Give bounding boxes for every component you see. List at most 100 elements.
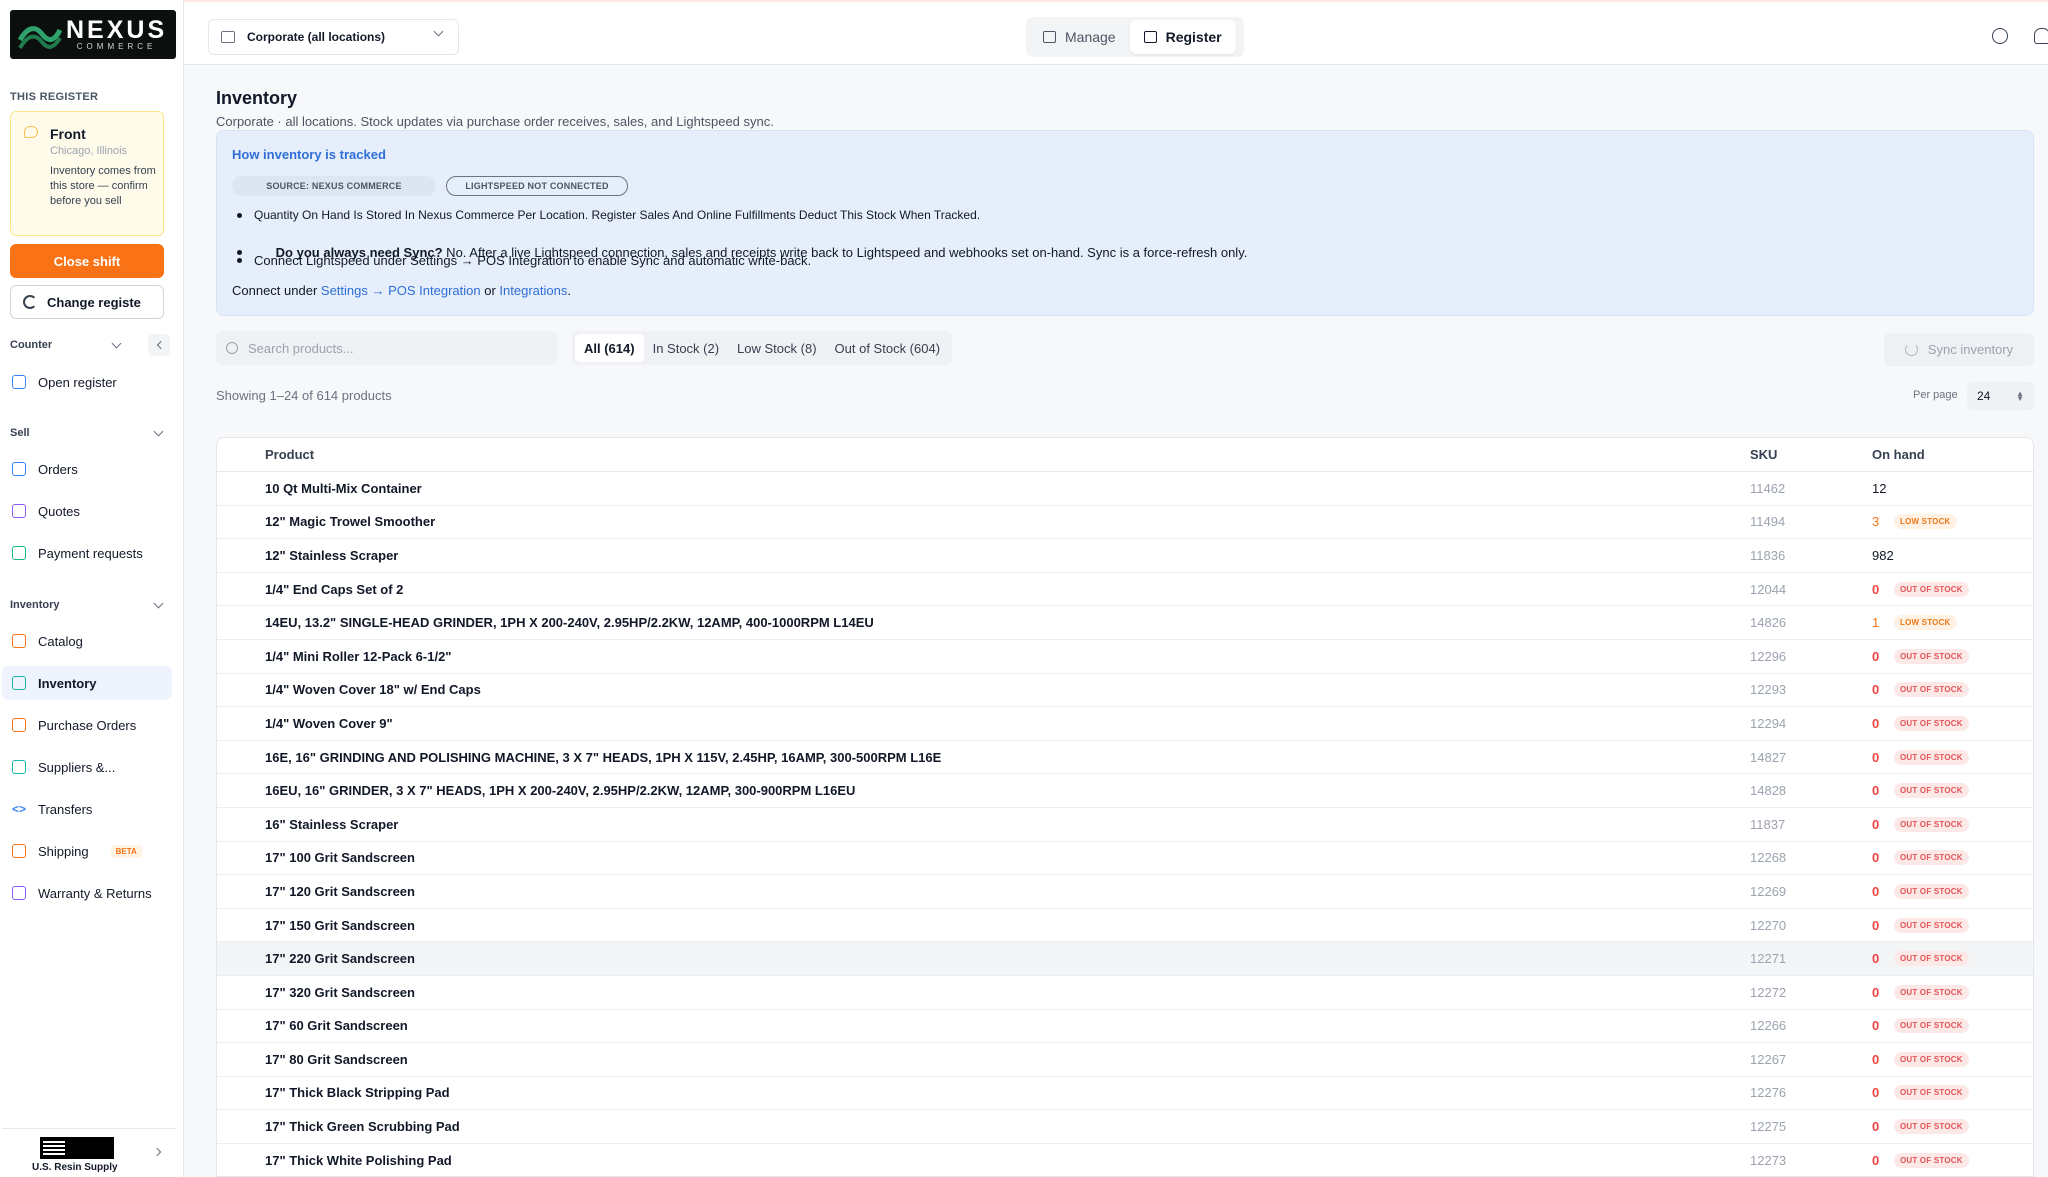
integrations-link[interactable]: Integrations bbox=[499, 283, 567, 298]
stock-status-badge: OUT OF STOCK bbox=[1894, 850, 1969, 866]
col-header-product[interactable]: Product bbox=[265, 447, 314, 462]
register-icon bbox=[12, 375, 26, 389]
stock-status-badge: OUT OF STOCK bbox=[1894, 749, 1969, 765]
product-name: 16E, 16" GRINDING AND POLISHING MACHINE,… bbox=[265, 749, 942, 765]
sidebar-item-label: Suppliers &... bbox=[38, 759, 116, 775]
on-hand-qty: 0 bbox=[1872, 749, 1880, 765]
stock-status-badge: OUT OF STOCK bbox=[1894, 1018, 1969, 1034]
bell-icon[interactable] bbox=[2034, 28, 2048, 44]
table-row[interactable]: 12" Stainless Scraper 11836 982 bbox=[217, 539, 2033, 573]
company-name: U.S. Resin Supply bbox=[32, 1162, 118, 1173]
group-sell[interactable]: Sell bbox=[10, 426, 166, 439]
on-hand-qty: 0 bbox=[1872, 883, 1880, 899]
stock-status-badge: LOW STOCK bbox=[1894, 615, 1957, 631]
search-input[interactable] bbox=[248, 340, 548, 356]
sidebar-item-label: Transfers bbox=[38, 801, 93, 817]
sidebar-item-catalog[interactable]: Catalog bbox=[2, 624, 172, 658]
table-row[interactable]: 17" 220 Grit Sandscreen 12271 0 OUT OF STOC… bbox=[217, 942, 2033, 976]
table-row[interactable]: 14EU, 13.2" SINGLE-HEAD GRINDER, 1PH X 2… bbox=[217, 606, 2033, 640]
on-hand-qty: 0 bbox=[1872, 1018, 1880, 1034]
stock-filter-tabs: All (614) In Stock (2) Low Stock (8) Out… bbox=[572, 331, 953, 365]
chevron-down-icon bbox=[153, 598, 164, 608]
table-row[interactable]: 17" 80 Grit Sandscreen 12267 0 OUT OF STOCK bbox=[217, 1043, 2033, 1077]
change-register-button[interactable]: Change registe bbox=[10, 285, 164, 319]
on-hand: 0 OUT OF STOCK bbox=[1872, 682, 1969, 698]
group-sell-label: Sell bbox=[10, 427, 30, 439]
table-row[interactable]: 1/4" Woven Cover 18" w/ End Caps 12293 0 OU… bbox=[217, 674, 2033, 708]
table-row[interactable]: 16EU, 16" GRINDER, 3 X 7" HEADS, 1PH X 2… bbox=[217, 774, 2033, 808]
topbar: Corporate (all locations) Manage Registe… bbox=[184, 9, 2048, 65]
table-row[interactable]: 1/4" End Caps Set of 2 12044 0 OUT OF STOCK bbox=[217, 573, 2033, 607]
stock-status-badge: OUT OF STOCK bbox=[1894, 648, 1969, 664]
filter-all[interactable]: All (614) bbox=[575, 334, 644, 362]
sidebar-item-open-register[interactable]: Open register bbox=[2, 365, 172, 399]
chevron-left-icon bbox=[156, 340, 165, 350]
table-row[interactable]: 17" 320 Grit Sandscreen 12272 0 OUT OF STOC… bbox=[217, 976, 2033, 1010]
group-inventory-label: Inventory bbox=[10, 599, 60, 611]
on-hand: 0 OUT OF STOCK bbox=[1872, 783, 1969, 799]
table-row[interactable]: 17" Thick White Polishing Pad 12273 0 OUT O… bbox=[217, 1144, 2033, 1176]
filter-out-of-stock[interactable]: Out of Stock (604) bbox=[826, 334, 950, 362]
on-hand-qty: 0 bbox=[1872, 951, 1880, 967]
table-row[interactable]: 17" 150 Grit Sandscreen 12270 0 OUT OF STOC… bbox=[217, 909, 2033, 943]
filter-low-stock[interactable]: Low Stock (8) bbox=[728, 334, 825, 362]
sidebar-item-suppliers[interactable]: Suppliers &... bbox=[2, 750, 172, 784]
table-row[interactable]: 17" Thick Black Stripping Pad 12276 0 OUT O… bbox=[217, 1077, 2033, 1111]
sidebar-item-orders[interactable]: Orders bbox=[2, 452, 172, 486]
on-hand-qty: 0 bbox=[1872, 816, 1880, 832]
col-header-on-hand[interactable]: On hand bbox=[1872, 447, 1925, 462]
settings-pos-integration-link[interactable]: Settings → POS Integration bbox=[321, 283, 481, 298]
product-name: 16EU, 16" GRINDER, 3 X 7" HEADS, 1PH X 2… bbox=[265, 783, 856, 799]
sidebar-item-purchase-orders[interactable]: Purchase Orders bbox=[2, 708, 172, 742]
table-row[interactable]: 16" Stainless Scraper 11837 0 OUT OF STOCK bbox=[217, 808, 2033, 842]
sidebar-item-quotes[interactable]: Quotes bbox=[2, 494, 172, 528]
table-row[interactable]: 10 Qt Multi-Mix Container 11462 12 bbox=[217, 472, 2033, 506]
table-row[interactable]: 16E, 16" GRINDING AND POLISHING MACHINE,… bbox=[217, 741, 2033, 775]
sidebar-item-inventory[interactable]: Inventory bbox=[2, 666, 172, 700]
on-hand: 0 OUT OF STOCK bbox=[1872, 648, 1969, 664]
lightspeed-status-chip: LIGHTSPEED NOT CONNECTED bbox=[446, 176, 628, 196]
connect-prefix: Connect under bbox=[232, 283, 321, 298]
sidebar-item-label: Open register bbox=[38, 374, 117, 390]
product-name: 17" Thick Green Scrubbing Pad bbox=[265, 1119, 460, 1135]
sidebar-item-payment-requests[interactable]: Payment requests bbox=[2, 536, 172, 570]
chat-bubble-icon bbox=[24, 126, 38, 138]
on-hand: 0 OUT OF STOCK bbox=[1872, 951, 1969, 967]
sync-inventory-button[interactable]: Sync inventory bbox=[1884, 333, 2034, 366]
refresh-icon bbox=[23, 295, 37, 309]
sidebar-item-shipping[interactable]: Shipping BETA bbox=[2, 834, 172, 868]
table-body: 10 Qt Multi-Mix Container 11462 12 12" Magi… bbox=[217, 472, 2033, 1176]
inventory-info-panel: How inventory is tracked SOURCE: NEXUS C… bbox=[216, 130, 2034, 316]
product-name: 1/4" End Caps Set of 2 bbox=[265, 581, 404, 597]
collapse-sidebar-button[interactable] bbox=[148, 334, 170, 356]
company-switcher[interactable]: U.S. Resin Supply bbox=[2, 1128, 176, 1173]
clipboard-icon bbox=[12, 504, 26, 518]
table-row[interactable]: 12" Magic Trowel Smoother 11494 3 LOW STOCK bbox=[217, 506, 2033, 540]
on-hand: 0 OUT OF STOCK bbox=[1872, 984, 1969, 1000]
on-hand: 1 LOW STOCK bbox=[1872, 615, 1957, 631]
table-row[interactable]: 1/4" Mini Roller 12-Pack 6-1/2" 12296 0 OUT… bbox=[217, 640, 2033, 674]
close-shift-button[interactable]: Close shift bbox=[10, 244, 164, 278]
table-row[interactable]: 17" Thick Green Scrubbing Pad 12275 0 OUT O… bbox=[217, 1110, 2033, 1144]
filter-in-stock[interactable]: In Stock (2) bbox=[644, 334, 728, 362]
group-counter[interactable]: Counter bbox=[10, 338, 166, 351]
table-row[interactable]: 17" 60 Grit Sandscreen 12266 0 OUT OF STOCK bbox=[217, 1010, 2033, 1044]
chat-icon[interactable] bbox=[1992, 28, 2008, 44]
on-hand-qty: 0 bbox=[1872, 984, 1880, 1000]
table-row[interactable]: 17" 100 Grit Sandscreen 12268 0 OUT OF STOC… bbox=[217, 842, 2033, 876]
per-page-select[interactable]: 24 ▲ ▼ bbox=[1967, 382, 2034, 410]
register-mode-button[interactable]: Register bbox=[1129, 20, 1236, 54]
manage-mode-button[interactable]: Manage bbox=[1029, 20, 1130, 54]
sidebar-item-transfers[interactable]: <> Transfers bbox=[2, 792, 172, 826]
location-select[interactable]: Corporate (all locations) bbox=[208, 19, 459, 55]
table-row[interactable]: 1/4" Woven Cover 9" 12294 0 OUT OF STOCK bbox=[217, 707, 2033, 741]
nexus-commerce-logo[interactable]: NEXUS COMMERCE bbox=[10, 10, 176, 59]
product-name: 17" 80 Grit Sandscreen bbox=[265, 1051, 408, 1067]
table-row[interactable]: 17" 120 Grit Sandscreen 12269 0 OUT OF STOC… bbox=[217, 875, 2033, 909]
group-inventory[interactable]: Inventory bbox=[10, 598, 166, 611]
sidebar-item-warranty-returns[interactable]: Warranty & Returns bbox=[2, 876, 172, 910]
col-header-sku[interactable]: SKU bbox=[1750, 447, 1777, 462]
on-hand-qty: 0 bbox=[1872, 1051, 1880, 1067]
product-name: 17" 150 Grit Sandscreen bbox=[265, 917, 415, 933]
chevron-down-icon bbox=[111, 338, 122, 348]
